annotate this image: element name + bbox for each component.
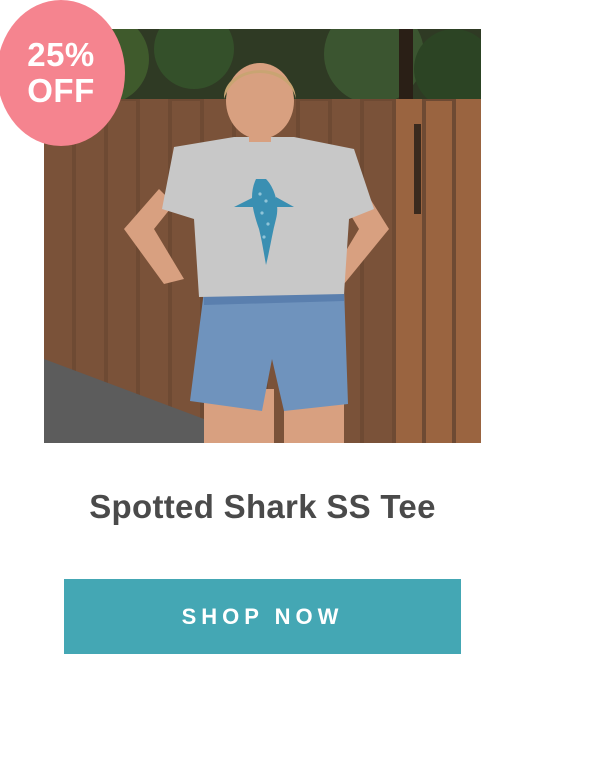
discount-badge: 25% OFF	[0, 0, 125, 146]
discount-off-label: OFF	[27, 72, 95, 109]
product-card: 25% OFF Spotted Shark SS Tee SHOP NOW	[0, 0, 600, 766]
discount-percent: 25%	[27, 36, 95, 73]
product-title[interactable]: Spotted Shark SS Tee	[0, 488, 525, 526]
shop-now-button[interactable]: SHOP NOW	[64, 579, 461, 654]
